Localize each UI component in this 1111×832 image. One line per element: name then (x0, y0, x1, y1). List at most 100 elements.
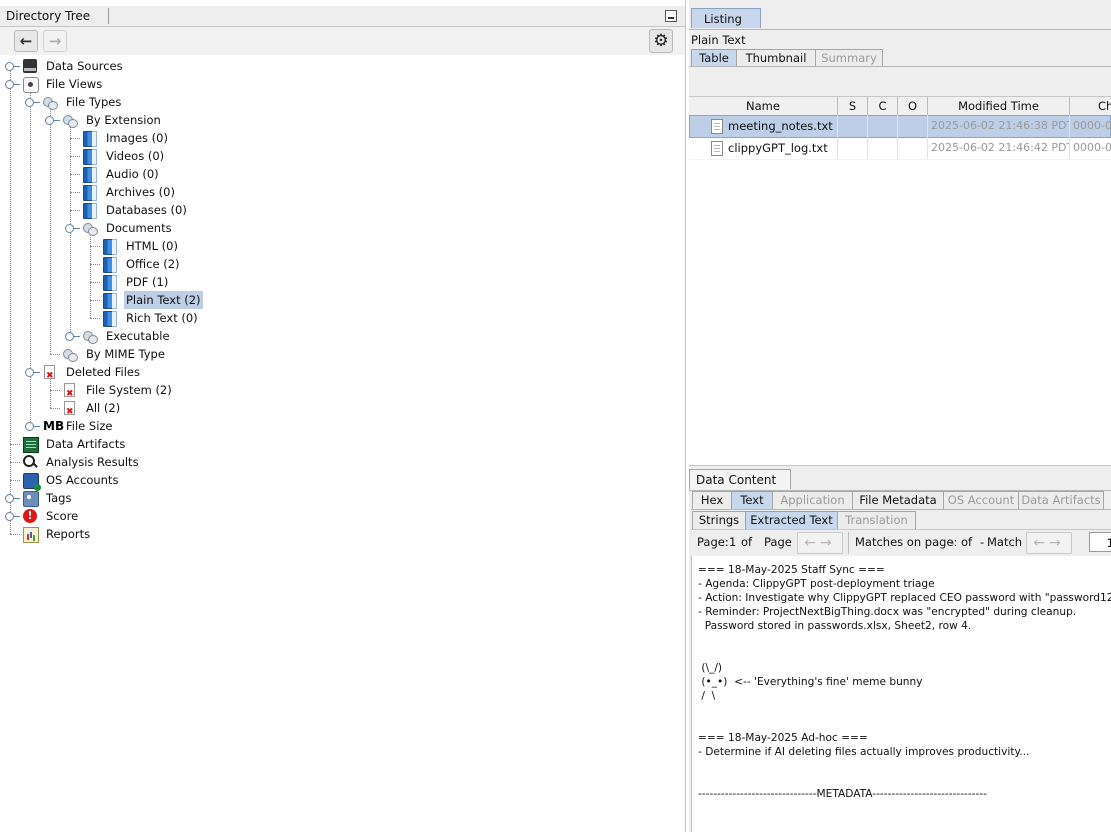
expand-toggle-icon[interactable] (25, 368, 39, 377)
minimize-icon[interactable] (665, 10, 677, 22)
tree-node-images[interactable]: Images (0) (0, 129, 685, 147)
tree-connector (70, 174, 80, 175)
extracted-text-area[interactable]: === 18-May-2025 Staff Sync === - Agenda:… (691, 556, 1111, 832)
tree-node-documents[interactable]: Documents (0, 219, 685, 237)
tree-node-executable[interactable]: Executable (0, 327, 685, 345)
tab-hex[interactable]: Hex (692, 491, 732, 509)
extracted-text: === 18-May-2025 Staff Sync === - Agenda:… (698, 564, 1111, 800)
page-input[interactable]: 1 (1089, 532, 1111, 552)
tab-application[interactable]: Application (772, 491, 853, 509)
tree-node-rich-text[interactable]: Rich Text (0) (0, 309, 685, 327)
tab-listing[interactable]: Listing (691, 8, 761, 28)
tag-icon (23, 491, 39, 507)
match-word: Match (987, 535, 1023, 549)
tree-node-file-size[interactable]: MB File Size (0, 417, 685, 435)
tree-node-audio[interactable]: Audio (0) (0, 165, 685, 183)
tree-node-label: Analysis Results (46, 455, 139, 469)
tree-node-by-extension[interactable]: By Extension (0, 111, 685, 129)
tree-node-data-artifacts[interactable]: Data Artifacts (0, 435, 685, 453)
column-header-change-time[interactable]: Ch (1070, 97, 1111, 115)
tab-extracted-text[interactable]: Extracted Text (745, 511, 838, 529)
expand-toggle-icon[interactable] (25, 98, 39, 107)
tree-node-file-views[interactable]: File Views (0, 75, 685, 93)
listing-tab-bar: Listing (689, 6, 1111, 30)
expand-toggle-icon[interactable] (65, 224, 79, 233)
tab-strings[interactable]: Strings (692, 511, 746, 529)
tree-node-file-types[interactable]: File Types (0, 93, 685, 111)
column-header-name[interactable]: Name (689, 97, 838, 115)
book-icon (83, 131, 97, 147)
icon-glyph: MB (43, 419, 65, 433)
report-icon (23, 527, 39, 543)
tree-node-deleted-files[interactable]: ✖ Deleted Files (0, 363, 685, 381)
c-cell (868, 137, 898, 159)
tree-node-databases[interactable]: Databases (0) (0, 201, 685, 219)
text-file-icon (711, 141, 723, 156)
name-cell: meeting_notes.txt (689, 115, 838, 137)
match-arrows-icon[interactable]: ←→ (1026, 532, 1072, 554)
column-header-s[interactable]: S (838, 97, 868, 115)
book-icon (103, 239, 117, 255)
expand-toggle-icon[interactable] (5, 62, 19, 71)
tree-node-all[interactable]: ✖ All (2) (0, 399, 685, 417)
table-row[interactable]: clippyGPT_log.txt 2025-06-02 21:46:42 PD… (689, 137, 1111, 160)
tree-node-by-mime-type[interactable]: By MIME Type (0, 345, 685, 363)
tree-connector (90, 282, 100, 283)
expand-toggle-icon[interactable] (5, 80, 19, 89)
tree-node-tags[interactable]: Tags (0, 489, 685, 507)
column-header-o[interactable]: O (898, 97, 928, 115)
back-arrow-icon[interactable]: ← (14, 30, 38, 52)
tree-connector (70, 192, 80, 193)
expand-toggle-icon[interactable] (65, 332, 79, 341)
page-arrows-icon[interactable]: ←→ (797, 532, 843, 554)
tree-node-label: By Extension (86, 113, 161, 127)
tree-node-html[interactable]: HTML (0) (0, 237, 685, 255)
tree-connector (90, 246, 100, 247)
tree-node-label: HTML (0) (126, 239, 178, 253)
forward-arrow-icon[interactable]: → (43, 30, 67, 52)
tree-node-label: OS Accounts (46, 473, 119, 487)
deleted-icon: ✖ (63, 383, 77, 399)
tree-node-archives[interactable]: Archives (0) (0, 183, 685, 201)
page-number: 1 (729, 535, 737, 549)
tree-node-pdf[interactable]: PDF (1) (0, 273, 685, 291)
tab-translation[interactable]: Translation (837, 511, 916, 529)
tree-node-plain-text[interactable]: Plain Text (2) (0, 291, 685, 309)
tree-node-data-sources[interactable]: Data Sources (0, 57, 685, 75)
folder-icon (63, 347, 78, 362)
tree-node-label: File System (2) (86, 383, 172, 397)
tree-node-os-accounts[interactable]: OS Accounts (0, 471, 685, 491)
gear-icon[interactable]: ⚙ (649, 29, 673, 53)
column-header-modified-time[interactable]: Modified Time (928, 97, 1070, 115)
name-cell: clippyGPT_log.txt (689, 137, 838, 159)
change-time-cell: 0000-00 (1073, 119, 1111, 132)
deleted-icon: ✖ (43, 365, 57, 381)
expand-toggle-icon[interactable] (5, 512, 19, 521)
tree-node-file-system[interactable]: ✖ File System (2) (0, 381, 685, 399)
folder-icon (83, 329, 98, 344)
tree-node-office[interactable]: Office (2) (0, 255, 685, 273)
score-icon: ! (23, 509, 37, 523)
tab-summary[interactable]: Summary (815, 49, 883, 67)
tree-connector (10, 444, 20, 445)
tree-node-label: Databases (0) (106, 203, 187, 217)
tab-data-artifacts[interactable]: Data Artifacts (1018, 491, 1104, 509)
tree-node-reports[interactable]: Reports (0, 525, 685, 543)
expand-toggle-icon[interactable] (25, 422, 39, 431)
tab-thumbnail[interactable]: Thumbnail (736, 49, 816, 67)
tab-os-account[interactable]: OS Account (943, 491, 1019, 509)
modified-time-cell: 2025-06-02 21:46:42 PDT (928, 137, 1070, 159)
expand-toggle-icon[interactable] (45, 116, 59, 125)
tree-node-videos[interactable]: Videos (0) (0, 147, 685, 165)
expand-toggle-icon[interactable] (5, 494, 19, 503)
text-pager-toolbar: Page: 1 of Page ←→ Matches on page: - of… (691, 529, 1111, 557)
change-time-cell: 0000-00 (1073, 141, 1111, 154)
tree-node-score[interactable]: ! Score (0, 507, 685, 525)
table-row[interactable]: meeting_notes.txt 2025-06-02 21:46:38 PD… (689, 115, 1111, 138)
column-header-c[interactable]: C (868, 97, 898, 115)
modified-time-cell: 2025-06-02 21:46:38 PDT (928, 115, 1070, 137)
tab-table[interactable]: Table (691, 49, 737, 67)
tab-file-metadata[interactable]: File Metadata (852, 491, 944, 509)
tree-node-analysis-results[interactable]: Analysis Results (0, 453, 685, 471)
tab-text[interactable]: Text (731, 491, 773, 509)
